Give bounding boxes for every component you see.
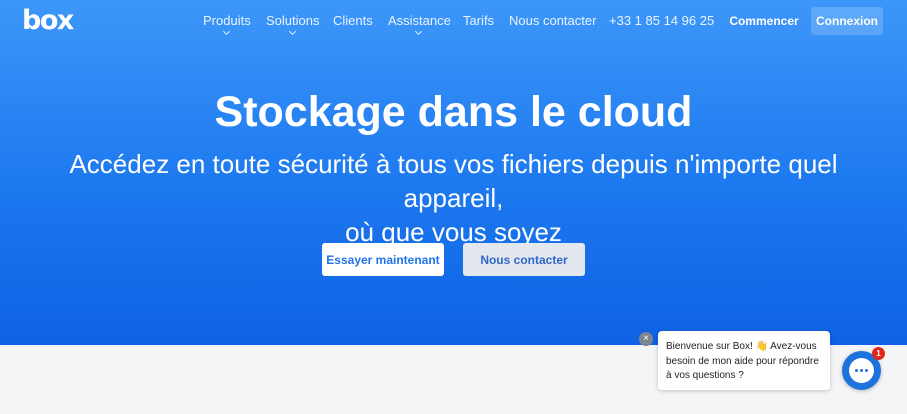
nav-item-label: Tarifs xyxy=(463,13,495,28)
nav-item-label: Produits xyxy=(203,13,251,28)
chevron-down-icon xyxy=(222,27,230,36)
nav-item-clients[interactable]: Clients xyxy=(333,12,373,29)
hero-section: box Produits Solutions Clients Assistanc… xyxy=(0,0,907,345)
chat-close-button[interactable]: × xyxy=(639,332,653,346)
nav-item-tarifs[interactable]: Tarifs xyxy=(463,12,494,29)
chat-welcome-bubble[interactable]: Bienvenue sur Box! 👋 Avez-vous besoin de… xyxy=(658,331,830,390)
page-title: Stockage dans le cloud xyxy=(214,88,693,136)
nav-item-label: Nous contacter xyxy=(509,13,597,28)
chevron-down-icon xyxy=(415,27,423,36)
hero-subtitle: Accédez en toute sécurité à tous vos fic… xyxy=(20,147,887,249)
chat-icon xyxy=(849,358,874,383)
nav-item-label: Solutions xyxy=(266,13,320,28)
nav-item-solutions[interactable]: Solutions xyxy=(266,12,320,36)
nav-item-nous-contacter[interactable]: Nous contacter xyxy=(509,12,596,29)
hero-subtitle-line1: Accédez en toute sécurité à tous vos fic… xyxy=(69,149,838,213)
nous-contacter-button[interactable]: Nous contacter xyxy=(463,243,585,276)
commencer-button[interactable]: Commencer xyxy=(725,7,803,35)
nav-item-assistance[interactable]: Assistance xyxy=(388,12,451,36)
chevron-down-icon xyxy=(288,27,296,36)
connexion-button[interactable]: Connexion xyxy=(811,7,883,35)
nav-item-label: +33 1 85 14 96 25 xyxy=(609,13,715,28)
nav-item-produits[interactable]: Produits xyxy=(203,12,251,36)
nav-item-phone[interactable]: +33 1 85 14 96 25 xyxy=(609,12,714,29)
chat-notification-badge: 1 xyxy=(872,347,885,360)
essayer-maintenant-button[interactable]: Essayer maintenant xyxy=(322,243,444,276)
hero-subtitle-line2: où que vous soyez xyxy=(345,217,562,247)
nav-item-label: Clients xyxy=(333,13,373,28)
nav-item-label: Assistance xyxy=(388,13,451,28)
